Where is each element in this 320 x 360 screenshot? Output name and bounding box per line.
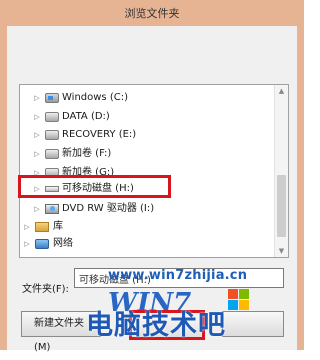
title-bar: 浏览文件夹 (0, 0, 304, 26)
tree-item-label: RECOVERY (E:) (62, 129, 137, 140)
tree-item-network[interactable]: ▷ 网络 (20, 236, 274, 252)
scroll-down-arrow-icon[interactable]: ▼ (275, 245, 288, 257)
cancel-button[interactable] (222, 311, 284, 337)
expand-arrow-icon[interactable]: ▷ (33, 109, 41, 125)
scrollbar-thumb[interactable] (277, 175, 286, 237)
tree-rows: ▷ Windows (C:) ▷ DATA (D:) ▷ RECOVERY (E… (20, 85, 274, 257)
expand-arrow-icon[interactable]: ▷ (23, 236, 31, 252)
tree-item-label: DVD RW 驱动器 (I:) (62, 203, 155, 214)
scroll-up-arrow-icon[interactable]: ▲ (275, 85, 288, 97)
tree-item-label: 库 (53, 221, 63, 232)
library-icon (35, 222, 49, 232)
tree-item-label: 网络 (53, 238, 73, 249)
watermark-url: www.win7zhijia.cn (108, 268, 248, 283)
windows-logo-icon (228, 289, 250, 311)
tree-item-recovery-e[interactable]: ▷ RECOVERY (E:) (20, 127, 274, 143)
hard-drive-icon (45, 149, 59, 159)
dialog-title: 浏览文件夹 (124, 7, 180, 20)
tree-item-label: DATA (D:) (62, 111, 110, 122)
hard-drive-icon (45, 130, 59, 140)
tree-item-windows-c[interactable]: ▷ Windows (C:) (20, 90, 274, 106)
tree-item-label: Windows (C:) (62, 92, 128, 103)
tree-item-dvd-i[interactable]: ▷ DVD RW 驱动器 (I:) (20, 201, 274, 217)
folder-tree[interactable]: ▷ Windows (C:) ▷ DATA (D:) ▷ RECOVERY (E… (19, 84, 289, 258)
selection-highlight-box (18, 175, 171, 198)
expand-arrow-icon[interactable]: ▷ (33, 127, 41, 143)
expand-arrow-icon[interactable]: ▷ (33, 201, 41, 217)
window-frame-right (297, 26, 304, 350)
expand-arrow-icon[interactable]: ▷ (33, 90, 41, 106)
dvd-drive-icon (45, 204, 59, 214)
expand-arrow-icon[interactable]: ▷ (33, 146, 41, 162)
tree-scrollbar[interactable]: ▲ ▼ (274, 85, 288, 257)
window-frame-left (0, 26, 7, 350)
tree-item-libraries[interactable]: ▷ 库 (20, 219, 274, 235)
network-icon (35, 239, 49, 249)
tree-item-volume-f[interactable]: ▷ 新加卷 (F:) (20, 146, 274, 162)
tree-item-data-d[interactable]: ▷ DATA (D:) (20, 109, 274, 125)
hard-drive-icon (45, 112, 59, 122)
folder-field-label: 文件夹(F): (22, 284, 69, 295)
windows-drive-icon (45, 93, 59, 103)
watermark-text: 电脑技术吧 (86, 310, 226, 341)
expand-arrow-icon[interactable]: ▷ (23, 219, 31, 235)
tree-item-label: 新加卷 (F:) (62, 148, 112, 159)
